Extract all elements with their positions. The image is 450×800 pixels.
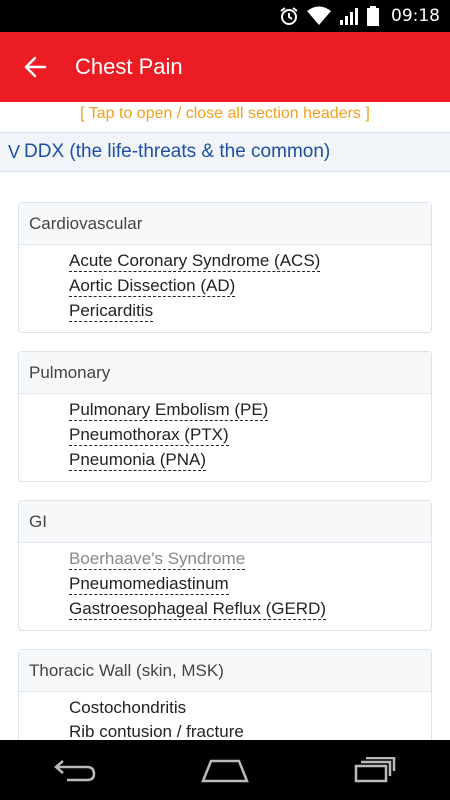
status-time: 09:18: [391, 6, 440, 26]
list-item: Costochondritis: [69, 698, 187, 717]
system-nav-bar: [0, 740, 450, 800]
status-bar: 09:18: [0, 0, 450, 32]
main-content[interactable]: [ Tap to open / close all section header…: [0, 102, 450, 740]
card-gi: GI Boerhaave's Syndrome Pneumomediastinu…: [18, 500, 432, 631]
list-item-link[interactable]: Pulmonary Embolism (PE): [69, 400, 269, 421]
list-item-link[interactable]: Aortic Dissection (AD): [69, 276, 236, 297]
chevron-down-icon: V: [8, 141, 21, 162]
app-bar: Chest Pain: [0, 32, 450, 102]
list-item-link[interactable]: Acute Coronary Syndrome (ACS): [69, 251, 321, 272]
section-header-ddx[interactable]: V DDX (the life-threats & the common): [0, 132, 450, 172]
list-item-link[interactable]: Boerhaave's Syndrome: [69, 549, 246, 570]
nav-home-button[interactable]: [180, 740, 270, 800]
card-title: Pulmonary: [19, 352, 431, 394]
nav-back-button[interactable]: [30, 740, 120, 800]
page-title: Chest Pain: [75, 54, 183, 79]
back-button[interactable]: [0, 32, 70, 102]
home-icon: [201, 759, 249, 783]
list-item: Rib contusion / fracture: [69, 722, 244, 740]
card-title: GI: [19, 501, 431, 543]
nav-recents-button[interactable]: [330, 740, 420, 800]
card-title: Cardiovascular: [19, 203, 431, 245]
card-cardiovascular: Cardiovascular Acute Coronary Syndrome (…: [18, 202, 432, 333]
signal-icon: [339, 6, 359, 26]
list-item-link[interactable]: Pericarditis: [69, 301, 154, 322]
wifi-icon: [307, 6, 331, 26]
recents-icon: [354, 757, 396, 783]
arrow-left-icon: [24, 56, 47, 78]
toggle-all-sections-hint[interactable]: [ Tap to open / close all section header…: [0, 102, 450, 132]
card-list: Cardiovascular Acute Coronary Syndrome (…: [0, 172, 450, 740]
card-pulmonary: Pulmonary Pulmonary Embolism (PE) Pneumo…: [18, 351, 432, 482]
card-title: Thoracic Wall (skin, MSK): [19, 650, 431, 692]
back-icon: [54, 760, 96, 782]
list-item-link[interactable]: Pneumonia (PNA): [69, 450, 207, 471]
battery-icon: [367, 6, 379, 26]
section-title: DDX (the life-threats & the common): [24, 141, 331, 162]
list-item-link[interactable]: Pneumomediastinum: [69, 574, 229, 595]
list-item-link[interactable]: Pneumothorax (PTX): [69, 425, 229, 446]
list-item-link[interactable]: Gastroesophageal Reflux (GERD): [69, 599, 327, 620]
card-thoracic-wall: Thoracic Wall (skin, MSK) Costochondriti…: [18, 649, 432, 740]
alarm-icon: [279, 6, 299, 26]
